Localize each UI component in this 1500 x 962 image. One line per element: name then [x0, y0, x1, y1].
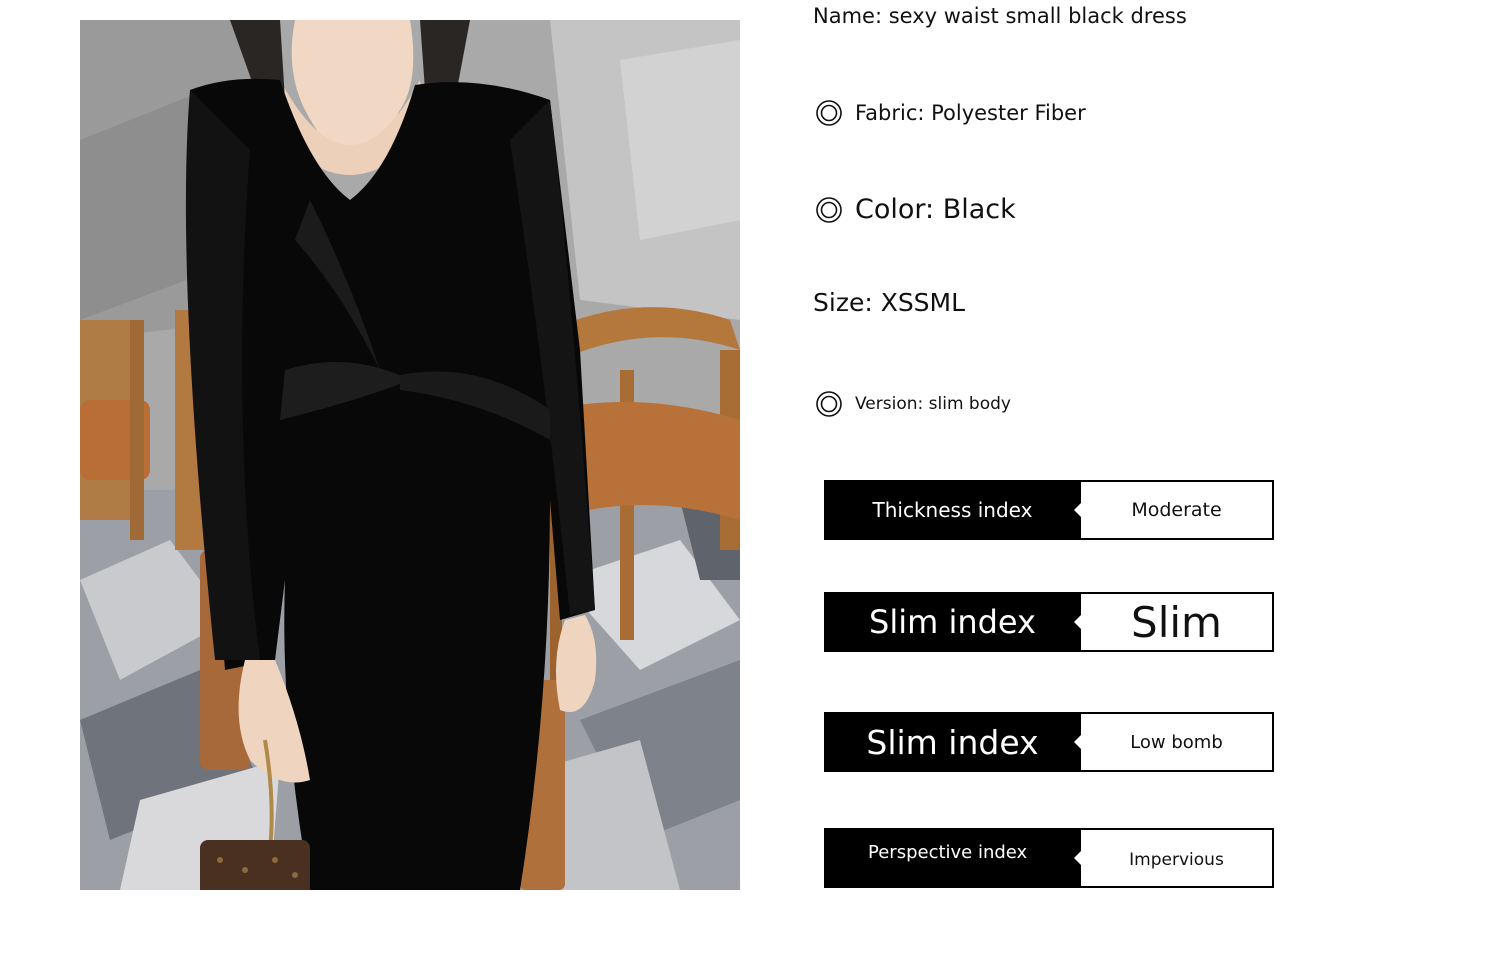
slim-index-badge-2: Slim index Low bomb: [824, 712, 1274, 772]
double-circle-icon: [816, 391, 842, 417]
perspective-index-badge: Perspective index Impervious: [824, 828, 1274, 888]
spec-size-text: Size: XSSML: [813, 288, 966, 317]
index-value: Slim: [1081, 592, 1274, 652]
spec-color-text: Color: Black: [855, 194, 1016, 225]
spec-fabric-text: Fabric: Polyester Fiber: [855, 101, 1086, 125]
index-value: Low bomb: [1081, 712, 1274, 772]
index-value: Impervious: [1081, 828, 1274, 888]
spec-version-text: Version: slim body: [855, 394, 1011, 414]
spec-size: Size: XSSML: [813, 288, 965, 317]
slim-index-badge: Slim index Slim: [824, 592, 1274, 652]
index-label: Perspective index: [824, 828, 1081, 888]
product-photo: [80, 20, 740, 890]
index-label: Slim index: [824, 592, 1081, 652]
double-circle-icon: [816, 100, 842, 126]
double-circle-icon: [816, 196, 842, 223]
index-value: Moderate: [1081, 480, 1274, 540]
index-label: Thickness index: [824, 480, 1081, 540]
spec-fabric: Fabric: Polyester Fiber: [813, 100, 1086, 126]
thickness-index-badge: Thickness index Moderate: [824, 480, 1274, 540]
spec-name: Name: sexy waist small black dress: [813, 4, 1187, 28]
index-label: Slim index: [824, 712, 1081, 772]
spec-name-text: Name: sexy waist small black dress: [813, 4, 1187, 28]
spec-version: Version: slim body: [813, 391, 1011, 417]
spec-color: Color: Black: [813, 194, 1016, 225]
